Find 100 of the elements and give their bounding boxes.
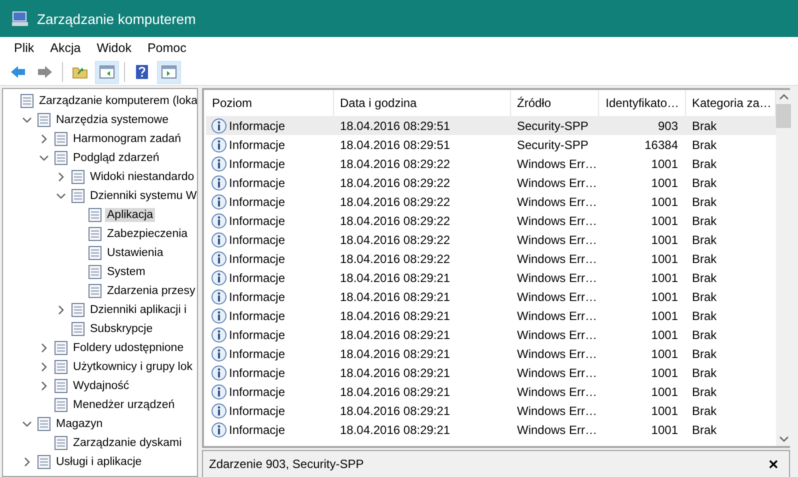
table-cell-text: Brak bbox=[691, 212, 718, 230]
table-cell-text: Windows Err… bbox=[516, 156, 598, 172]
tree-item[interactable]: Magazyn bbox=[54, 416, 105, 430]
table-cell-text: Windows Err… bbox=[516, 422, 598, 438]
tree-item[interactable]: Dzienniki aplikacji i bbox=[88, 302, 189, 316]
menu-item[interactable]: Akcja bbox=[42, 41, 89, 55]
tree-item[interactable]: Narzędzia systemowe bbox=[54, 112, 170, 126]
pane-icon bbox=[99, 65, 115, 79]
table-cell-text: 1001 bbox=[650, 364, 679, 382]
table-cell-text: 1001 bbox=[650, 346, 679, 362]
table-cell: Informacje bbox=[229, 118, 286, 132]
table-row[interactable]: Informacje 18.04.2016 08:29:51 Security-SPP 903 Brak bbox=[206, 116, 776, 135]
info-icon bbox=[211, 270, 227, 286]
tree-item[interactable]: Dzienniki systemu W bbox=[88, 188, 197, 202]
info-icon bbox=[211, 326, 227, 342]
tree-item[interactable]: Ustawienia bbox=[105, 246, 166, 260]
expand-icon[interactable] bbox=[56, 304, 66, 314]
menu-item[interactable]: Plik bbox=[6, 41, 42, 55]
table-cell-text: Brak bbox=[691, 174, 718, 192]
collapse-icon[interactable] bbox=[39, 152, 49, 162]
tree-item[interactable]: Usługi i aplikacje bbox=[54, 454, 144, 468]
expand-icon[interactable] bbox=[39, 380, 49, 390]
table-cell-text: 18.04.2016 08:29:51 bbox=[339, 118, 452, 134]
collapse-icon[interactable] bbox=[22, 418, 32, 428]
document-icon bbox=[53, 358, 69, 374]
table-cell-text: 18.04.2016 08:29:21 bbox=[339, 308, 452, 324]
table-cell-text: 1001 bbox=[650, 250, 679, 268]
document-icon bbox=[53, 130, 69, 146]
table-cell-text: 903 bbox=[656, 118, 679, 134]
document-icon bbox=[53, 396, 69, 412]
help-icon bbox=[135, 64, 149, 80]
table-cell-text: Security-SPP bbox=[516, 136, 590, 154]
document-icon bbox=[87, 206, 103, 222]
tree-item[interactable]: Zdarzenia przesy bbox=[105, 284, 197, 298]
document-icon bbox=[53, 340, 69, 356]
console-tree-button[interactable] bbox=[95, 60, 119, 84]
tree-item[interactable]: Menedżer urządzeń bbox=[71, 398, 177, 412]
document-icon bbox=[19, 92, 35, 108]
tree-item[interactable]: Zarządzanie dyskami bbox=[71, 436, 184, 450]
table-cell-text: 18.04.2016 08:29:21 bbox=[339, 288, 452, 306]
tree-item[interactable]: Aplikacja bbox=[105, 208, 156, 222]
table-cell-text: 18.04.2016 08:29:22 bbox=[339, 174, 452, 192]
table-cell-text: 18.04.2016 08:29:21 bbox=[339, 270, 452, 286]
table-cell-text: 18.04.2016 08:29:21 bbox=[339, 346, 452, 362]
table-cell-text: Windows Err… bbox=[516, 402, 598, 420]
table-cell-text: 16384 bbox=[644, 136, 679, 154]
expand-icon[interactable] bbox=[56, 172, 66, 182]
table-cell-text: 18.04.2016 08:29:22 bbox=[339, 212, 452, 230]
collapse-icon[interactable] bbox=[56, 190, 66, 200]
table-cell: Informacje bbox=[229, 176, 286, 190]
table-cell-text: 18.04.2016 08:29:21 bbox=[339, 364, 452, 382]
tree-item[interactable]: Użytkownicy i grupy lok bbox=[71, 360, 195, 374]
table-cell-text: 1001 bbox=[650, 326, 679, 344]
table-cell: Informacje bbox=[229, 270, 286, 284]
tree-item[interactable]: System bbox=[105, 264, 148, 278]
menu-item[interactable]: Widok bbox=[88, 41, 140, 55]
tree-item[interactable]: Widoki niestandardo bbox=[88, 170, 196, 184]
table-cell: Informacje bbox=[229, 252, 286, 266]
info-icon bbox=[211, 194, 227, 210]
action-pane-button[interactable] bbox=[157, 60, 181, 84]
table-cell-text: 1001 bbox=[650, 402, 679, 420]
tree-item[interactable]: Subskrypcje bbox=[88, 322, 155, 336]
close-button[interactable]: ✕ bbox=[768, 456, 779, 472]
table-cell-text: 1001 bbox=[650, 308, 679, 324]
document-icon bbox=[36, 454, 52, 470]
info-icon bbox=[211, 402, 227, 418]
table-cell-text: Windows Err… bbox=[516, 308, 598, 324]
tree-item[interactable]: Zabezpieczenia bbox=[105, 226, 190, 240]
table-cell-text: Brak bbox=[691, 384, 718, 400]
expand-icon[interactable] bbox=[39, 362, 49, 372]
table-cell-text: Brak bbox=[691, 402, 718, 420]
collapse-icon[interactable] bbox=[22, 114, 32, 124]
expand-icon[interactable] bbox=[39, 134, 49, 144]
tree-item[interactable]: Foldery udostępnione bbox=[71, 340, 186, 354]
tree-item[interactable]: Wydajność bbox=[71, 378, 132, 392]
table-cell-text: 18.04.2016 08:29:21 bbox=[339, 422, 452, 438]
expand-icon[interactable] bbox=[39, 342, 49, 352]
table-cell-text: 18.04.2016 08:29:21 bbox=[339, 384, 452, 400]
document-icon bbox=[53, 434, 69, 450]
menu-item[interactable]: Pomoc bbox=[139, 41, 194, 55]
info-icon bbox=[211, 136, 227, 152]
table-cell-text: Brak bbox=[691, 194, 718, 210]
table-cell: Informacje bbox=[229, 404, 286, 418]
table-cell-text: Brak bbox=[691, 232, 718, 248]
table-cell-text: Brak bbox=[691, 346, 718, 362]
table-cell-text: Brak bbox=[691, 422, 718, 438]
table-cell-text: 1001 bbox=[650, 156, 679, 172]
forward-arrow-icon bbox=[37, 65, 53, 79]
table-cell-text: Brak bbox=[691, 156, 718, 172]
expand-icon[interactable] bbox=[22, 456, 32, 466]
tree-item[interactable]: Harmonogram zadań bbox=[71, 132, 184, 146]
document-icon bbox=[87, 244, 103, 260]
info-icon bbox=[211, 364, 227, 380]
scroll-thumb[interactable] bbox=[776, 104, 791, 128]
tree-item[interactable]: Podgląd zdarzeń bbox=[71, 150, 162, 164]
document-icon bbox=[36, 112, 52, 128]
info-icon bbox=[211, 384, 227, 400]
table-cell-text: Brak bbox=[691, 326, 718, 344]
document-icon bbox=[87, 226, 103, 242]
table-cell-text: 18.04.2016 08:29:21 bbox=[339, 402, 452, 420]
